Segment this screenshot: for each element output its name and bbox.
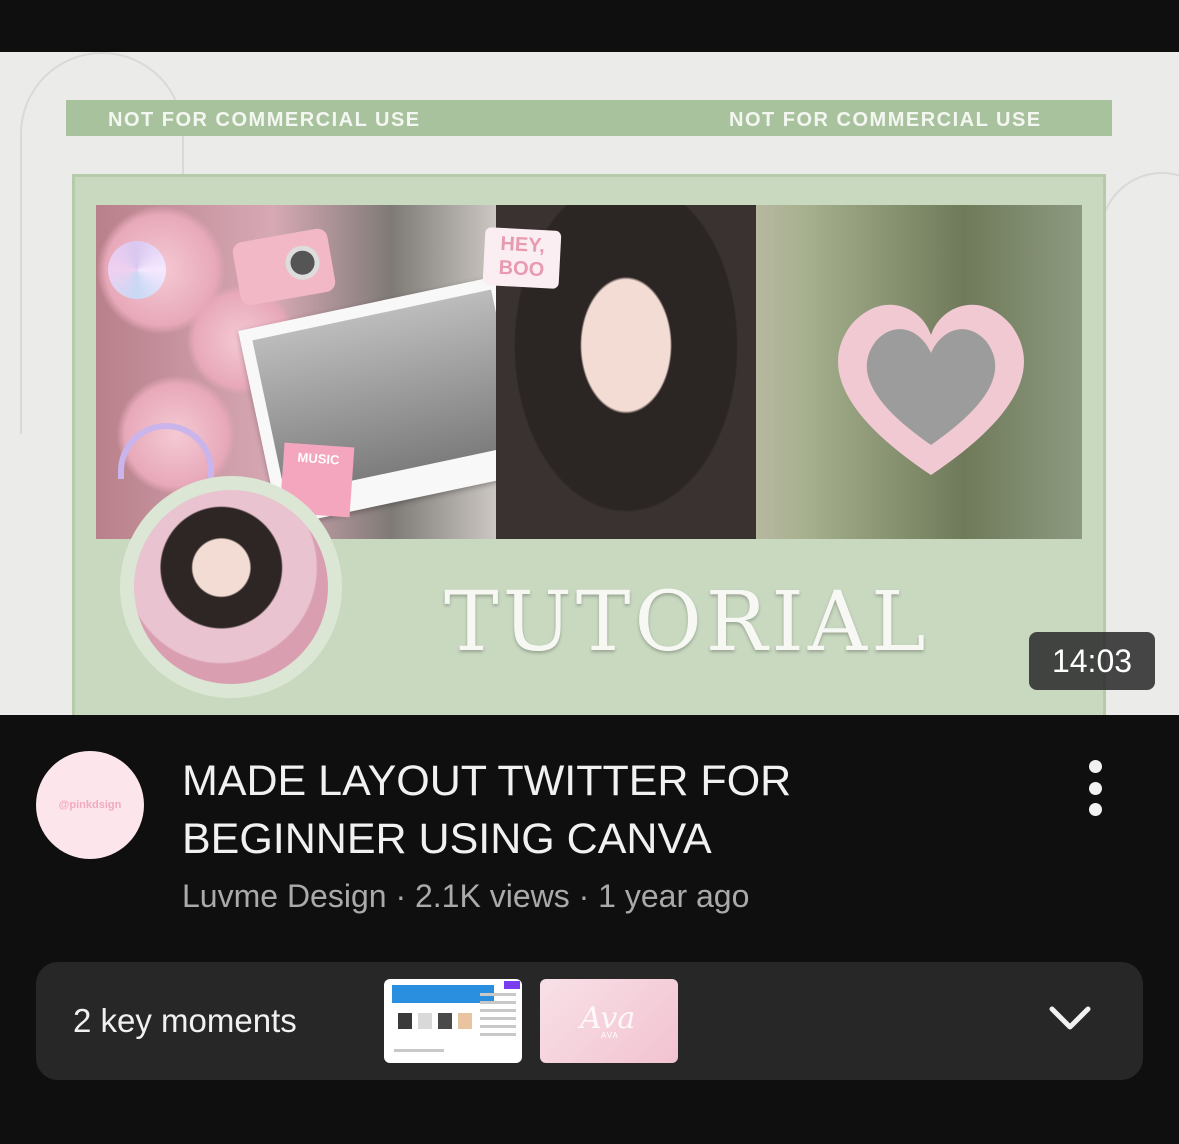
cd-sticker — [108, 241, 166, 299]
key-moments-panel[interactable]: 2 key moments Ava AVA — [36, 962, 1143, 1080]
view-count: 2.1K views — [414, 878, 570, 914]
thumbnail-caption: AVA — [601, 1031, 619, 1040]
video-meta-line: Luvme Design · 2.1K views · 1 year ago — [182, 878, 749, 915]
channel-name[interactable]: Luvme Design — [182, 878, 387, 914]
channel-avatar-text: @pinkdsign — [58, 799, 122, 811]
heart-frame-photo — [837, 304, 1025, 475]
background-architecture — [1100, 172, 1179, 474]
upload-age: 1 year ago — [598, 878, 750, 914]
camera-sticker — [231, 227, 337, 307]
banner-text-right: NOT FOR COMMERCIAL USE — [729, 109, 1042, 131]
more-vertical-icon[interactable] — [1074, 760, 1116, 816]
key-moments-label: 2 key moments — [73, 1002, 297, 1039]
circle-profile-photo — [134, 490, 328, 684]
duration-badge: 14:03 — [1029, 632, 1155, 690]
chevron-down-icon[interactable] — [1048, 1003, 1092, 1033]
hey-boo-sticker: HEY, BOO — [482, 227, 562, 289]
separator: · — [395, 878, 407, 914]
channel-avatar[interactable]: @pinkdsign — [36, 751, 144, 859]
key-moment-thumbnail-1[interactable] — [384, 979, 522, 1063]
video-title[interactable]: MADE LAYOUT TWITTER FOR BEGINNER USING C… — [182, 752, 942, 868]
banner-text-left: NOT FOR COMMERCIAL USE — [108, 109, 421, 131]
separator: · — [578, 878, 590, 914]
key-moment-thumbnail-2[interactable]: Ava AVA — [540, 979, 678, 1063]
thumbnail-title-text: TUTORIAL — [444, 575, 930, 670]
video-thumbnail[interactable]: NOT FOR COMMERCIAL USE NOT FOR COMMERCIA… — [0, 52, 1179, 715]
